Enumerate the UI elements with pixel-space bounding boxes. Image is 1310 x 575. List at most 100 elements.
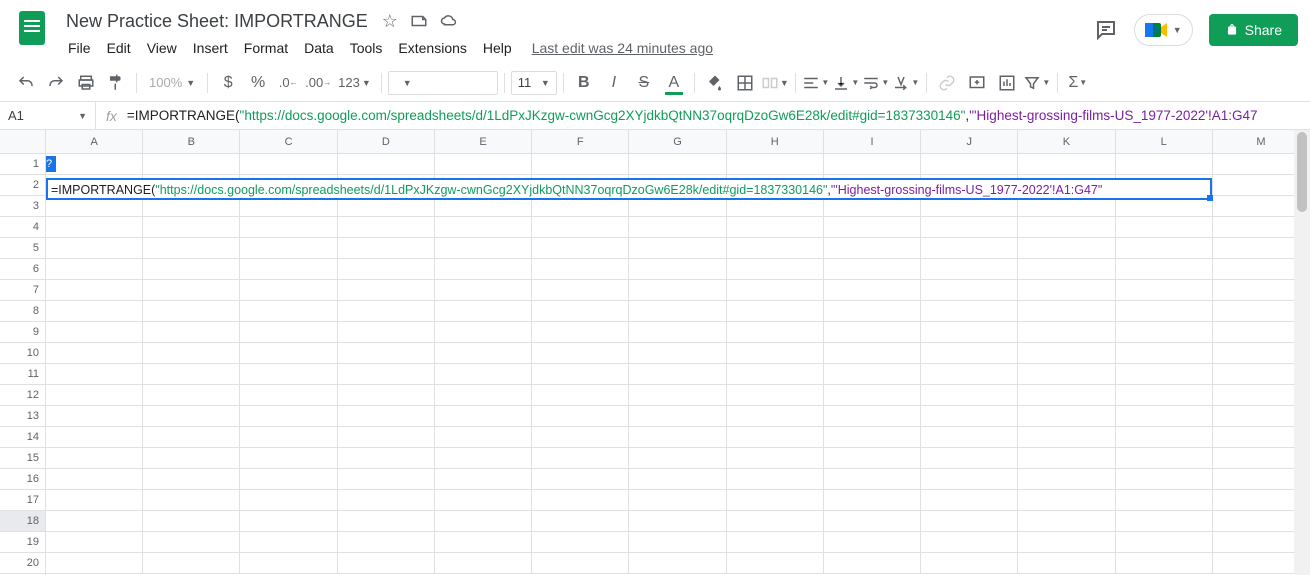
cell[interactable]: [1116, 553, 1213, 573]
cell[interactable]: [532, 364, 629, 384]
column-header-C[interactable]: C: [240, 130, 337, 153]
cell[interactable]: [629, 301, 726, 321]
cell[interactable]: [143, 343, 240, 363]
functions-button[interactable]: Σ▼: [1064, 69, 1092, 97]
cell[interactable]: [629, 217, 726, 237]
cell[interactable]: [532, 406, 629, 426]
cell[interactable]: [727, 553, 824, 573]
insert-comment-button[interactable]: [963, 69, 991, 97]
merge-cells-button[interactable]: ▼: [761, 69, 789, 97]
cell[interactable]: [532, 259, 629, 279]
cell[interactable]: [532, 448, 629, 468]
cell[interactable]: [1018, 259, 1115, 279]
cell[interactable]: [921, 427, 1018, 447]
cell[interactable]: [629, 427, 726, 447]
cell[interactable]: [46, 238, 143, 258]
cell[interactable]: [921, 406, 1018, 426]
cell[interactable]: [629, 448, 726, 468]
cell[interactable]: [435, 217, 532, 237]
cell[interactable]: [727, 259, 824, 279]
cell[interactable]: [727, 238, 824, 258]
cell[interactable]: [1116, 364, 1213, 384]
cell[interactable]: [338, 280, 435, 300]
cell[interactable]: [435, 280, 532, 300]
cell[interactable]: [46, 385, 143, 405]
increase-decimal-button[interactable]: .00→: [304, 69, 332, 97]
column-header-D[interactable]: D: [338, 130, 435, 153]
cell[interactable]: [338, 154, 435, 174]
cell[interactable]: [1018, 490, 1115, 510]
cell[interactable]: [1116, 511, 1213, 531]
cell[interactable]: [532, 280, 629, 300]
row-header-16[interactable]: 16: [0, 469, 45, 490]
cell[interactable]: [143, 511, 240, 531]
row-header-12[interactable]: 12: [0, 385, 45, 406]
cell[interactable]: [46, 343, 143, 363]
cell[interactable]: [240, 280, 337, 300]
menu-file[interactable]: File: [60, 36, 99, 60]
cell[interactable]: [921, 490, 1018, 510]
column-header-L[interactable]: L: [1116, 130, 1213, 153]
cell[interactable]: [1018, 301, 1115, 321]
cell[interactable]: [338, 364, 435, 384]
cell[interactable]: [46, 406, 143, 426]
cell[interactable]: [532, 490, 629, 510]
cell[interactable]: [46, 364, 143, 384]
row-header-19[interactable]: 19: [0, 532, 45, 553]
text-rotation-button[interactable]: ▼: [892, 69, 920, 97]
cell[interactable]: [1018, 553, 1115, 573]
cell[interactable]: [1018, 238, 1115, 258]
cell[interactable]: [338, 301, 435, 321]
cell[interactable]: [143, 259, 240, 279]
cell[interactable]: [629, 364, 726, 384]
cell[interactable]: [143, 154, 240, 174]
cell[interactable]: [240, 532, 337, 552]
row-header-7[interactable]: 7: [0, 280, 45, 301]
cell[interactable]: [240, 364, 337, 384]
cell[interactable]: [338, 217, 435, 237]
percent-button[interactable]: %: [244, 69, 272, 97]
italic-button[interactable]: I: [600, 69, 628, 97]
cell[interactable]: [727, 406, 824, 426]
cell[interactable]: [338, 532, 435, 552]
cell[interactable]: [1018, 343, 1115, 363]
cell[interactable]: [629, 406, 726, 426]
cell[interactable]: [240, 511, 337, 531]
cell[interactable]: [727, 511, 824, 531]
cell[interactable]: [921, 217, 1018, 237]
cell[interactable]: [629, 238, 726, 258]
vertical-scrollbar[interactable]: [1294, 130, 1310, 575]
cell[interactable]: [338, 427, 435, 447]
cell[interactable]: [1116, 448, 1213, 468]
horizontal-align-button[interactable]: ▼: [802, 69, 830, 97]
menu-data[interactable]: Data: [296, 36, 342, 60]
cell[interactable]: [338, 385, 435, 405]
cell[interactable]: [1116, 154, 1213, 174]
cell[interactable]: [727, 343, 824, 363]
column-header-B[interactable]: B: [143, 130, 240, 153]
print-button[interactable]: [72, 69, 100, 97]
cell[interactable]: [46, 553, 143, 573]
column-header-G[interactable]: G: [629, 130, 726, 153]
cell[interactable]: [1018, 532, 1115, 552]
row-header-15[interactable]: 15: [0, 448, 45, 469]
more-formats-button[interactable]: 123▼: [334, 69, 375, 97]
cell[interactable]: [240, 490, 337, 510]
cell[interactable]: [435, 322, 532, 342]
currency-button[interactable]: $: [214, 69, 242, 97]
share-button[interactable]: Share: [1209, 14, 1298, 46]
cell[interactable]: [240, 427, 337, 447]
borders-button[interactable]: [731, 69, 759, 97]
vertical-align-button[interactable]: ▼: [832, 69, 860, 97]
cell[interactable]: [921, 259, 1018, 279]
cell[interactable]: [338, 406, 435, 426]
cell[interactable]: [824, 427, 921, 447]
cell[interactable]: [46, 301, 143, 321]
column-header-H[interactable]: H: [727, 130, 824, 153]
cell[interactable]: [727, 322, 824, 342]
cell[interactable]: [532, 217, 629, 237]
cell[interactable]: [629, 280, 726, 300]
column-header-I[interactable]: I: [824, 130, 921, 153]
cell[interactable]: [240, 385, 337, 405]
menu-view[interactable]: View: [139, 36, 185, 60]
